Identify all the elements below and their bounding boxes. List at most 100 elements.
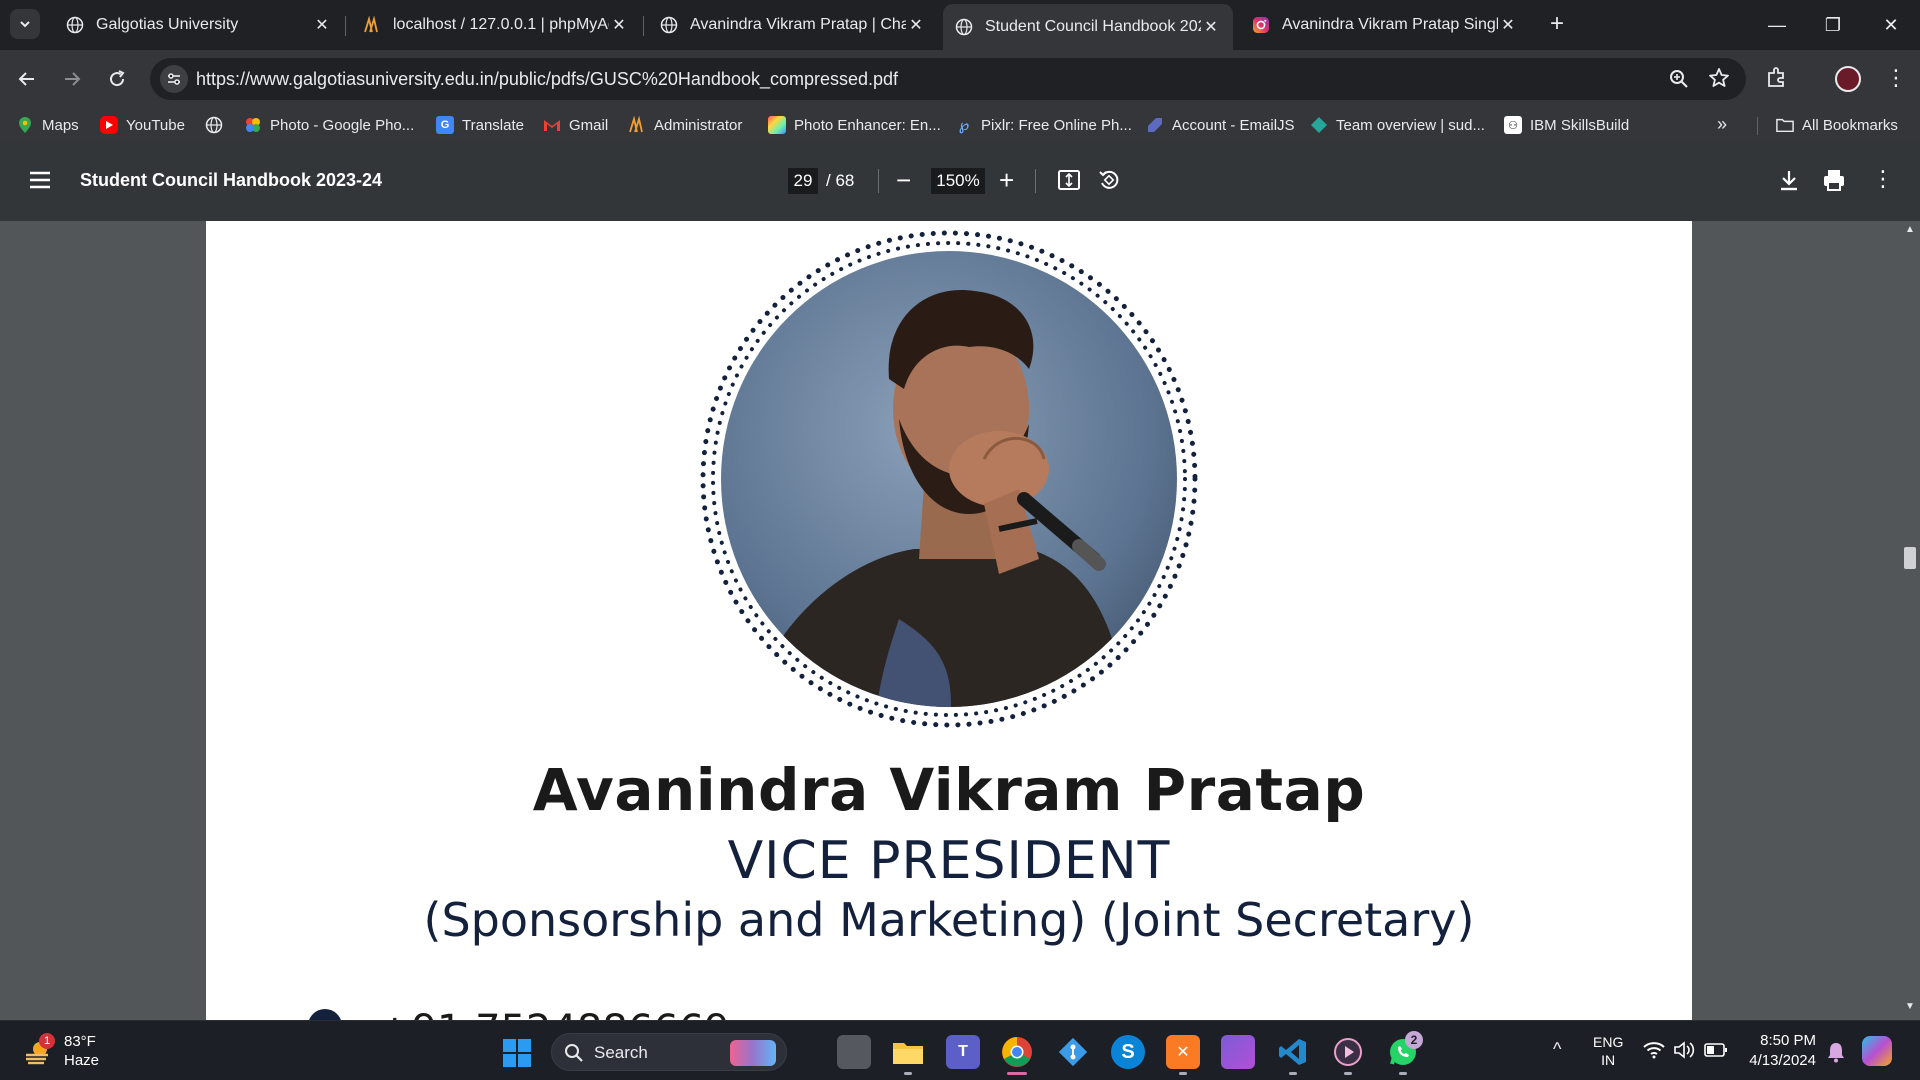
close-tab-icon[interactable]: ✕: [1498, 15, 1518, 35]
wifi-icon[interactable]: [1643, 1041, 1665, 1064]
forward-button[interactable]: [56, 63, 88, 95]
bookmark-translate[interactable]: G Translate: [436, 112, 524, 138]
media-player-icon[interactable]: [1331, 1035, 1365, 1069]
person-role: VICE PRESIDENT: [727, 831, 1171, 891]
file-explorer-icon[interactable]: [891, 1035, 925, 1069]
clock-date: 4/13/2024: [1749, 1052, 1816, 1069]
reload-button[interactable]: [101, 63, 133, 95]
bookmark-maps[interactable]: Maps: [16, 112, 79, 138]
browser-menu-icon[interactable]: ⋮: [1885, 64, 1907, 92]
zoom-level-input[interactable]: 150%: [931, 168, 985, 194]
bookmark-photo-enhancer[interactable]: Photo Enhancer: En...: [768, 112, 941, 138]
browser-toolbar: https://www.galgotiasuniversity.edu.in/p…: [0, 50, 1920, 108]
task-view-icon[interactable]: [837, 1035, 871, 1069]
scroll-up-arrow-icon[interactable]: ▲: [1905, 224, 1915, 235]
vertical-scrollbar[interactable]: [1900, 221, 1920, 1020]
profile-avatar[interactable]: [1835, 66, 1861, 92]
close-tab-icon[interactable]: ✕: [609, 15, 629, 35]
scrollbar-thumb[interactable]: [1904, 547, 1916, 569]
language-code: ENG: [1593, 1034, 1624, 1050]
weather-widget[interactable]: 1 83°F Haze: [22, 1031, 142, 1071]
tab-divider: [643, 16, 644, 36]
show-hidden-icons-chevron[interactable]: ^: [1553, 1039, 1561, 1060]
battery-icon[interactable]: [1704, 1041, 1728, 1064]
site-info-button[interactable]: [160, 65, 188, 93]
phpmyadmin-icon: [363, 16, 381, 34]
globe-icon: [660, 16, 678, 34]
search-icon: [565, 1044, 583, 1062]
hamburger-menu-icon[interactable]: [28, 168, 52, 197]
bookmark-ibm-skillsbuild[interactable]: ⚇ IBM SkillsBuild: [1504, 112, 1629, 138]
restore-button[interactable]: ❐: [1813, 10, 1853, 40]
tab-galgotias[interactable]: Galgotias University ✕: [54, 7, 344, 43]
windows-start-icon[interactable]: [503, 1039, 531, 1067]
copilot-icon[interactable]: [1862, 1036, 1892, 1066]
git-icon[interactable]: [1056, 1035, 1090, 1069]
download-icon[interactable]: [1778, 168, 1800, 197]
close-tab-icon[interactable]: ✕: [1201, 17, 1221, 37]
language-indicator[interactable]: ENG IN: [1593, 1033, 1623, 1069]
bookmarks-overflow-button[interactable]: »: [1717, 114, 1727, 135]
bookmark-youtube[interactable]: YouTube: [100, 112, 185, 138]
bookmark-emailjs[interactable]: Account - EmailJS: [1146, 112, 1295, 138]
bookmark-label: Account - EmailJS: [1172, 116, 1295, 134]
notification-bell-icon[interactable]: [1826, 1041, 1846, 1068]
zoom-icon[interactable]: [1668, 68, 1690, 95]
extensions-icon[interactable]: [1765, 65, 1789, 94]
fit-to-page-icon[interactable]: [1057, 168, 1081, 197]
running-indicator: [1344, 1072, 1352, 1075]
person-name: Avanindra Vikram Pratap: [532, 756, 1366, 824]
active-indicator: [1007, 1072, 1027, 1075]
youtube-icon: [100, 116, 118, 134]
chrome-icon[interactable]: [1000, 1035, 1034, 1069]
taskbar-search-box[interactable]: Search: [551, 1033, 787, 1071]
globe-icon: [205, 116, 223, 134]
volume-icon[interactable]: [1673, 1041, 1695, 1064]
tab-search-button[interactable]: [10, 9, 40, 39]
page-number-input[interactable]: 29: [788, 168, 818, 194]
weather-condition: Haze: [64, 1052, 100, 1069]
scroll-down-arrow-icon[interactable]: ▼: [1905, 1001, 1915, 1012]
back-button[interactable]: [11, 63, 43, 95]
zoom-out-button[interactable]: −: [896, 165, 911, 195]
close-tab-icon[interactable]: ✕: [312, 15, 332, 35]
bookmark-team-overview[interactable]: Team overview | sud...: [1310, 112, 1485, 138]
person-role-detail: (Sponsorship and Marketing) (Joint Secre…: [423, 893, 1475, 947]
tab-instagram[interactable]: Avanindra Vikram Pratap Singh ✕: [1240, 7, 1530, 43]
google-photos-icon: [244, 116, 262, 134]
pdf-viewer[interactable]: Avanindra Vikram Pratap VICE PRESIDENT (…: [0, 221, 1920, 1020]
close-tab-icon[interactable]: ✕: [906, 15, 926, 35]
skype-icon[interactable]: S: [1111, 1035, 1145, 1069]
clipchamp-icon[interactable]: [1221, 1035, 1255, 1069]
more-options-icon[interactable]: ⋮: [1872, 168, 1894, 190]
weather-temperature: 83°F: [64, 1033, 96, 1050]
rotate-icon[interactable]: [1097, 168, 1121, 197]
tab-handbook[interactable]: Student Council Handbook 2023-24 ✕: [943, 4, 1233, 50]
system-clock[interactable]: 8:50 PM 4/13/2024: [1740, 1031, 1816, 1071]
close-window-button[interactable]: ✕: [1871, 10, 1911, 40]
tab-title: Student Council Handbook 2023-24: [985, 18, 1201, 35]
bookmark-star-icon[interactable]: [1708, 67, 1730, 94]
all-bookmarks-button[interactable]: All Bookmarks: [1776, 112, 1898, 138]
bookmark-gmail[interactable]: Gmail: [543, 112, 608, 138]
bookmark-pixlr[interactable]: ℘ Pixlr: Free Online Ph...: [955, 112, 1132, 138]
address-bar[interactable]: https://www.galgotiasuniversity.edu.in/p…: [150, 58, 1746, 100]
xampp-icon[interactable]: ✕: [1166, 1035, 1200, 1069]
url-text[interactable]: https://www.galgotiasuniversity.edu.in/p…: [196, 69, 898, 90]
running-indicator: [1289, 1072, 1297, 1075]
minimize-button[interactable]: —: [1757, 10, 1797, 40]
bookmark-globe[interactable]: [205, 112, 231, 138]
tab-phpmyadmin[interactable]: localhost / 127.0.0.1 | phpMyAdmin ✕: [351, 7, 641, 43]
vscode-icon[interactable]: [1276, 1035, 1310, 1069]
reload-icon: [110, 70, 125, 87]
zoom-in-button[interactable]: +: [999, 165, 1014, 195]
teams-icon[interactable]: T: [946, 1035, 980, 1069]
bookmark-administrator[interactable]: Administrator: [628, 112, 742, 138]
tab-change[interactable]: Avanindra Vikram Pratap | Change ✕: [648, 7, 938, 43]
ibm-icon: ⚇: [1504, 116, 1522, 134]
new-tab-button[interactable]: +: [1543, 11, 1571, 39]
print-icon[interactable]: [1822, 168, 1846, 197]
bookmark-label: Photo Enhancer: En...: [794, 116, 941, 134]
bookmark-google-photos[interactable]: Photo - Google Pho...: [244, 112, 414, 138]
folder-icon: [1776, 116, 1794, 134]
